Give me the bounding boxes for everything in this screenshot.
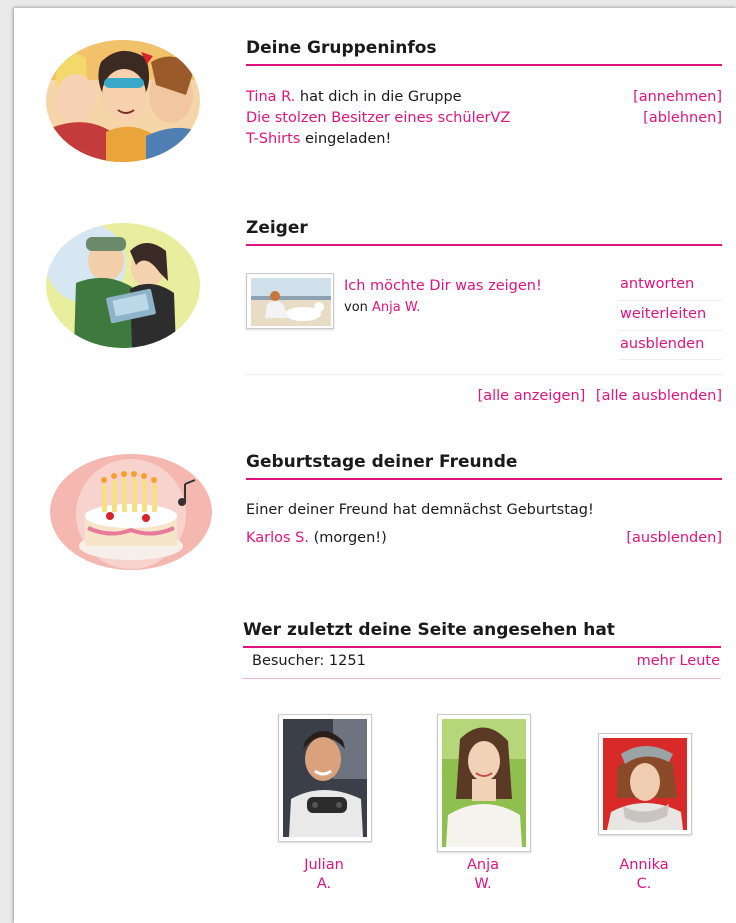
divider bbox=[618, 359, 722, 360]
invite-text-end: eingeladen! bbox=[305, 131, 392, 147]
pointer-title: Zeiger bbox=[246, 218, 722, 246]
visitors-title: Wer zuletzt deine Seite angesehen hat bbox=[243, 620, 721, 648]
more-visitors-link[interactable]: mehr Leute bbox=[637, 653, 720, 669]
group-invite-line-3: T-Shirts eingeladen! bbox=[246, 129, 391, 150]
group-link-part-1[interactable]: Die stolzen Besitzer eines schülerVZ bbox=[246, 110, 510, 126]
visitor-first-name[interactable]: Anja bbox=[433, 856, 533, 875]
decline-invite-link[interactable]: [ablehnen] bbox=[643, 110, 722, 126]
divider bbox=[618, 330, 722, 331]
visitor-photo-julian[interactable] bbox=[278, 714, 372, 842]
birthdays-title: Geburtstage deiner Freunde bbox=[246, 452, 722, 480]
visitor-photo-anja[interactable] bbox=[437, 714, 531, 852]
birthday-when: (morgen!) bbox=[313, 530, 387, 546]
hide-birthday-link[interactable]: [ausblenden] bbox=[626, 530, 722, 546]
birthday-cake-illustration bbox=[50, 454, 212, 570]
pointer-photo-thumbnail[interactable] bbox=[246, 273, 334, 329]
birthday-notice: Einer deiner Freund hat demnächst Geburt… bbox=[246, 502, 594, 518]
hide-pointer-link[interactable]: ausblenden bbox=[620, 336, 704, 352]
inviter-link[interactable]: Tina R. bbox=[246, 89, 295, 105]
visitor-last-name[interactable]: W. bbox=[433, 875, 533, 894]
page-panel: Deine Gruppeninfos Tina R. hat dich in d… bbox=[14, 8, 736, 923]
visitor-name-anja[interactable]: Anja W. bbox=[433, 856, 533, 894]
reply-link[interactable]: antworten bbox=[620, 276, 694, 292]
group-link-part-2[interactable]: T-Shirts bbox=[246, 131, 300, 147]
visitor-last-name[interactable]: C. bbox=[594, 875, 694, 894]
forward-link[interactable]: weiterleiten bbox=[620, 306, 706, 322]
visitor-count: Besucher: 1251 bbox=[252, 653, 366, 669]
group-illustration bbox=[46, 40, 200, 162]
visitor-photo-annika[interactable] bbox=[598, 733, 692, 835]
pointer-from-prefix: von bbox=[344, 300, 368, 315]
divider bbox=[618, 300, 722, 301]
visitor-last-name[interactable]: A. bbox=[274, 875, 374, 894]
pointer-sender-line: von Anja W. bbox=[344, 297, 420, 318]
pointer-illustration bbox=[46, 223, 200, 348]
visitor-name-julian[interactable]: Julian A. bbox=[274, 856, 374, 894]
pointer-separator bbox=[246, 374, 722, 375]
visitor-name-annika[interactable]: Annika C. bbox=[594, 856, 694, 894]
birthday-friend-link[interactable]: Karlos S. bbox=[246, 530, 309, 546]
group-invite-line-1: Tina R. hat dich in die Gruppe bbox=[246, 87, 462, 108]
visitor-first-name[interactable]: Julian bbox=[274, 856, 374, 875]
invite-text: hat dich in die Gruppe bbox=[299, 89, 462, 105]
pointer-message-link[interactable]: Ich möchte Dir was zeigen! bbox=[344, 278, 542, 294]
visitors-divider bbox=[243, 678, 721, 679]
pointer-bulk-actions: [alle anzeigen] [alle ausblenden] bbox=[478, 386, 722, 407]
accept-invite-link[interactable]: [annehmen] bbox=[633, 89, 722, 105]
group-invite-line-2: Die stolzen Besitzer eines schülerVZ bbox=[246, 108, 510, 129]
pointer-sender-link[interactable]: Anja W. bbox=[372, 300, 420, 315]
group-info-title: Deine Gruppeninfos bbox=[246, 38, 722, 66]
birthday-entry: Karlos S. (morgen!) bbox=[246, 528, 387, 549]
hide-all-pointers-link[interactable]: [alle ausblenden] bbox=[596, 388, 722, 404]
show-all-pointers-link[interactable]: [alle anzeigen] bbox=[478, 388, 586, 404]
visitor-first-name[interactable]: Annika bbox=[594, 856, 694, 875]
